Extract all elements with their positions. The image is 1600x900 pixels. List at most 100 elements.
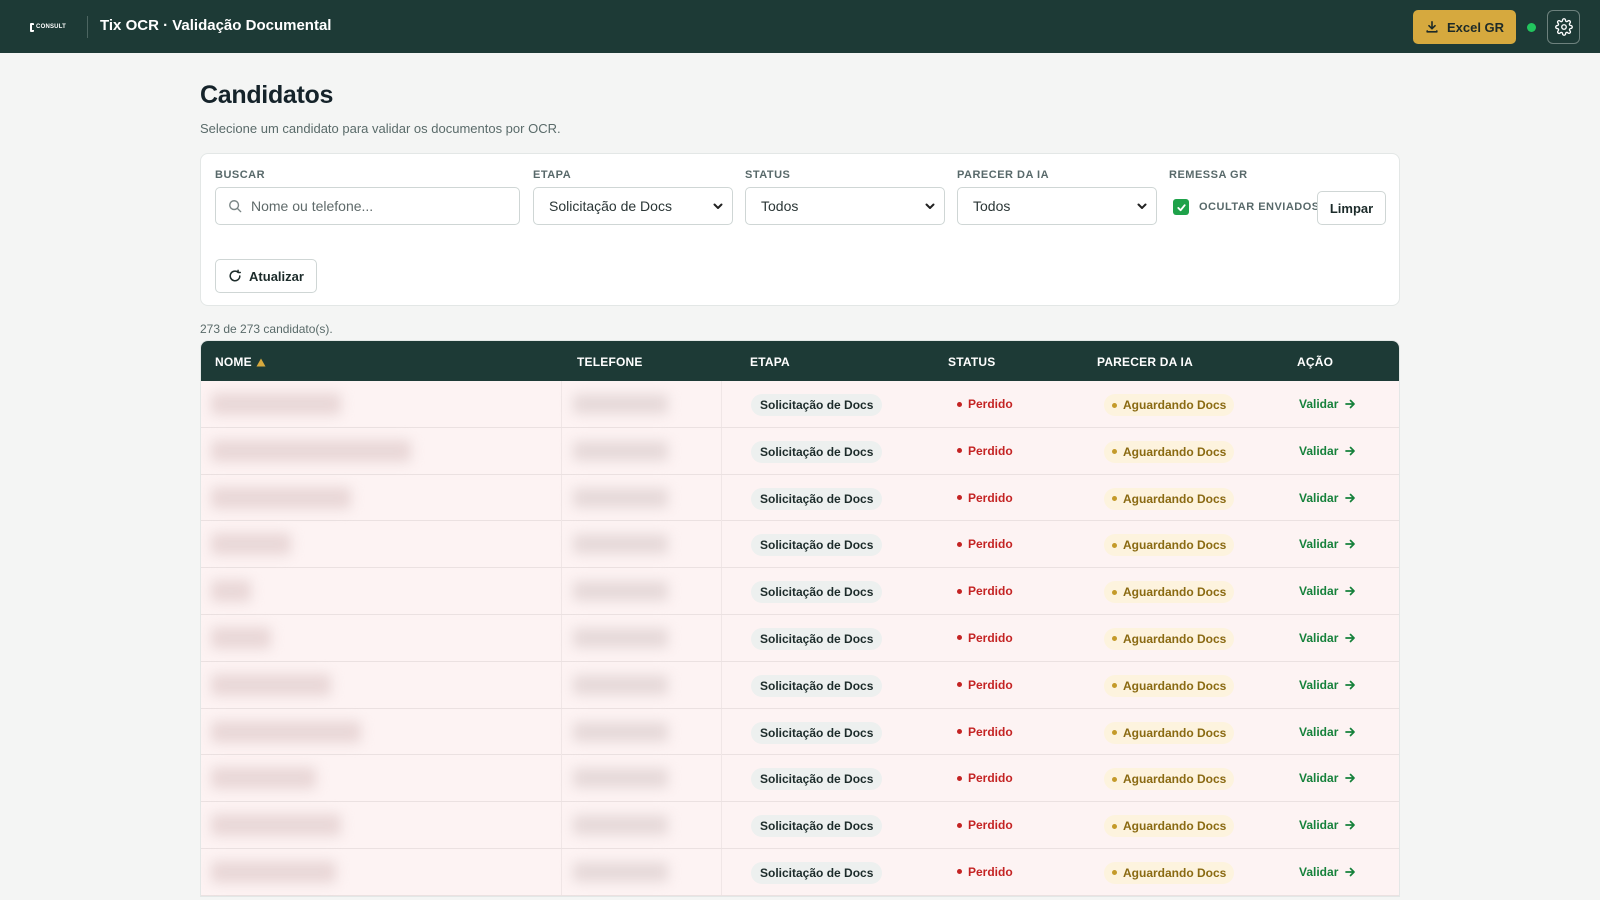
candidate-phone-redacted [573,394,668,414]
status-badge: Perdido [957,865,1013,879]
parecer-dot [1112,449,1117,455]
candidate-phone-redacted [573,768,668,789]
column-header-nome[interactable]: NOME [215,355,266,369]
candidate-phone-redacted [573,487,668,508]
status-selected-value: Todos [761,198,799,214]
table-row[interactable]: Solicitação de Docs Perdido Aguardando D… [201,708,1399,756]
validar-link[interactable]: Validar [1299,771,1356,785]
arrow-right-icon [1345,820,1356,830]
etapa-badge: Solicitação de Docs [751,394,883,416]
arrow-right-icon [1345,586,1356,596]
column-header-etapa[interactable]: ETAPA [750,355,790,369]
validar-link[interactable]: Validar [1299,444,1356,458]
parecer-badge: Aguardando Docs [1104,394,1235,416]
status-select[interactable]: Todos [745,187,945,225]
table-row[interactable]: Solicitação de Docs Perdido Aguardando D… [201,381,1399,428]
candidate-name-redacted [211,393,341,415]
column-header-status[interactable]: STATUS [948,355,995,369]
ocultar-enviados-checkbox[interactable] [1173,199,1189,215]
cell-divider [561,848,562,895]
etapa-select[interactable]: Solicitação de Docs [533,187,733,225]
candidate-phone-redacted [573,581,668,602]
column-header-parecer[interactable]: PARECER DA IA [1097,355,1193,369]
buscar-label: BUSCAR [215,169,266,181]
candidate-phone-redacted [573,861,668,882]
validar-link[interactable]: Validar [1299,537,1356,551]
validar-link[interactable]: Validar [1299,584,1356,598]
validar-link[interactable]: Validar [1299,818,1356,832]
parecer-text: Aguardando Docs [1123,491,1227,506]
validar-link[interactable]: Validar [1299,865,1356,879]
table-row[interactable]: Solicitação de Docs Perdido Aguardando D… [201,474,1399,522]
column-nome-label: NOME [215,355,252,369]
parecer-dot [1112,730,1117,736]
etapa-badge: Solicitação de Docs [751,581,883,604]
parecer-selected-value: Todos [973,198,1011,214]
parecer-text: Aguardando Docs [1123,772,1227,787]
candidate-phone-redacted [573,815,668,836]
parecer-dot [1112,823,1117,829]
sort-asc-icon [256,358,266,366]
status-badge: Perdido [957,771,1013,785]
cell-divider [721,381,722,427]
search-field[interactable] [215,187,520,225]
status-dot [957,541,962,547]
table-row[interactable]: Solicitação de Docs Perdido Aguardando D… [201,568,1399,615]
status-dot [957,401,962,407]
status-text: Perdido [968,584,1013,599]
column-header-telefone[interactable]: TELEFONE [577,355,643,369]
status-text: Perdido [968,537,1013,552]
atualizar-button[interactable]: Atualizar [215,259,317,293]
table-row[interactable]: Solicitação de Docs Perdido Aguardando D… [201,427,1399,475]
candidate-name-redacted [211,580,251,603]
status-text: Perdido [968,397,1013,411]
page-title: Candidatos [200,81,334,109]
table-row[interactable]: Solicitação de Docs Perdido Aguardando D… [201,661,1399,709]
parecer-dot [1112,870,1117,876]
parecer-dot [1112,636,1117,642]
parecer-badge: Aguardando Docs [1104,768,1235,791]
status-text: Perdido [968,677,1013,692]
ocultar-enviados-label[interactable]: OCULTAR ENVIADOS [1199,201,1320,213]
validar-link[interactable]: Validar [1299,631,1356,645]
candidate-name-redacted [211,860,336,883]
status-dot [957,729,962,735]
cell-divider [721,474,722,521]
validar-link[interactable]: Validar [1299,725,1356,739]
table-row[interactable]: Solicitação de Docs Perdido Aguardando D… [201,755,1399,803]
parecer-text: Aguardando Docs [1123,678,1227,693]
candidate-name-redacted [211,673,331,696]
cell-divider [721,661,722,708]
validar-link[interactable]: Validar [1299,678,1356,692]
candidate-name-redacted [211,720,361,743]
logo-mark [30,22,36,32]
validar-link[interactable]: Validar [1299,397,1356,411]
excel-gr-button[interactable]: Excel GR [1413,10,1516,44]
brand-logo: CONSULT [30,22,66,32]
validar-label: Validar [1299,818,1339,833]
settings-button[interactable] [1547,10,1580,44]
validar-label: Validar [1299,537,1339,552]
validar-link[interactable]: Validar [1299,491,1356,505]
candidate-phone-redacted [573,627,668,648]
refresh-icon [229,269,242,282]
parecer-badge: Aguardando Docs [1104,815,1235,838]
parecer-badge: Aguardando Docs [1104,487,1235,510]
validar-label: Validar [1299,490,1339,505]
status-text: Perdido [968,771,1013,786]
table-row[interactable]: Solicitação de Docs Perdido Aguardando D… [201,614,1399,662]
parecer-text: Aguardando Docs [1123,819,1227,834]
page-subtitle: Selecione um candidato para validar os d… [200,121,561,136]
remessa-label: REMESSA GR [1169,169,1248,181]
limpar-button[interactable]: Limpar [1317,191,1386,225]
header-divider [87,16,88,38]
table-row[interactable]: Solicitação de Docs Perdido Aguardando D… [201,848,1399,896]
search-input[interactable] [251,198,501,214]
status-text: Perdido [968,724,1013,739]
table-row[interactable]: Solicitação de Docs Perdido Aguardando D… [201,802,1399,849]
etapa-badge: Solicitação de Docs [751,815,883,838]
table-row[interactable]: Solicitação de Docs Perdido Aguardando D… [201,521,1399,569]
status-dot [957,588,962,594]
parecer-text: Aguardando Docs [1123,538,1227,553]
parecer-select[interactable]: Todos [957,187,1157,225]
